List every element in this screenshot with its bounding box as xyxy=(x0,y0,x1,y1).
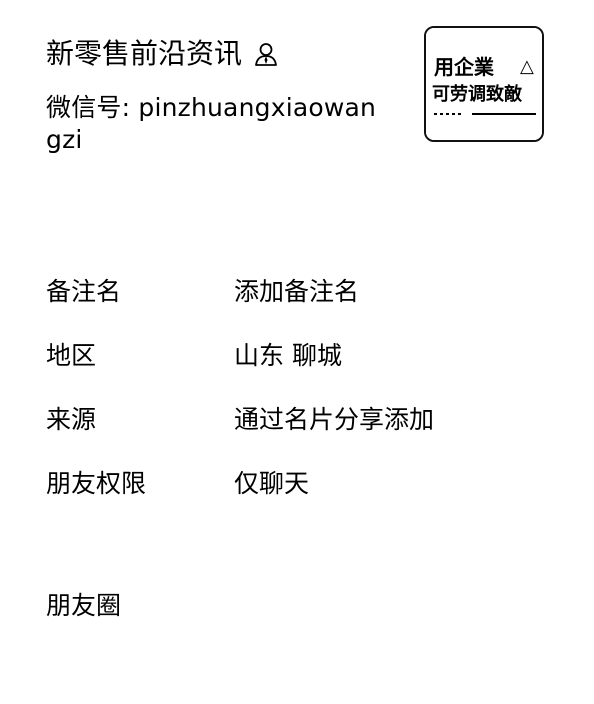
info-row-source: 来源 通过名片分享添加 xyxy=(46,386,566,450)
moments-label: 朋友圈 xyxy=(46,591,122,620)
info-label: 备注名 xyxy=(46,277,122,306)
person-icon xyxy=(252,40,280,68)
avatar-logo-badge: △ xyxy=(520,56,534,77)
avatar-logo-line2: 可劳调致敵 xyxy=(432,83,523,105)
avatar[interactable]: 用企業 △ 可劳调致敵 xyxy=(424,26,544,142)
info-list: 备注名 添加备注名 地区 山东 聊城 来源 通过名片分享添加 朋友权限 仅聊天 xyxy=(46,258,566,514)
contact-name: 新零售前沿资讯 xyxy=(46,37,243,70)
info-label: 来源 xyxy=(46,405,97,434)
wechat-id-prefix: 微信号: xyxy=(46,93,131,122)
info-row-permission[interactable]: 朋友权限 仅聊天 xyxy=(46,450,566,514)
avatar-logo-line1: 用企業 xyxy=(434,55,495,79)
wechat-id: 微信号: pinzhuangxiaowangzi xyxy=(46,92,386,156)
name-row: 新零售前沿资讯 xyxy=(46,34,406,74)
info-label: 地区 xyxy=(46,341,97,370)
info-row-remark[interactable]: 备注名 添加备注名 xyxy=(46,258,566,322)
info-label: 朋友权限 xyxy=(46,469,147,498)
info-value[interactable]: 仅聊天 xyxy=(234,464,566,500)
contact-profile-page: 新零售前沿资讯 微信号: pinzhuangxiaowangzi 用企業 △ 可… xyxy=(0,0,594,704)
profile-header: 新零售前沿资讯 微信号: pinzhuangxiaowangzi xyxy=(46,34,406,156)
info-row-region: 地区 山东 聊城 xyxy=(46,322,566,386)
info-value: 山东 聊城 xyxy=(234,341,342,370)
info-value[interactable]: 添加备注名 xyxy=(234,272,566,308)
info-value: 通过名片分享添加 xyxy=(234,405,435,434)
moments-row[interactable]: 朋友圈 xyxy=(46,586,121,626)
